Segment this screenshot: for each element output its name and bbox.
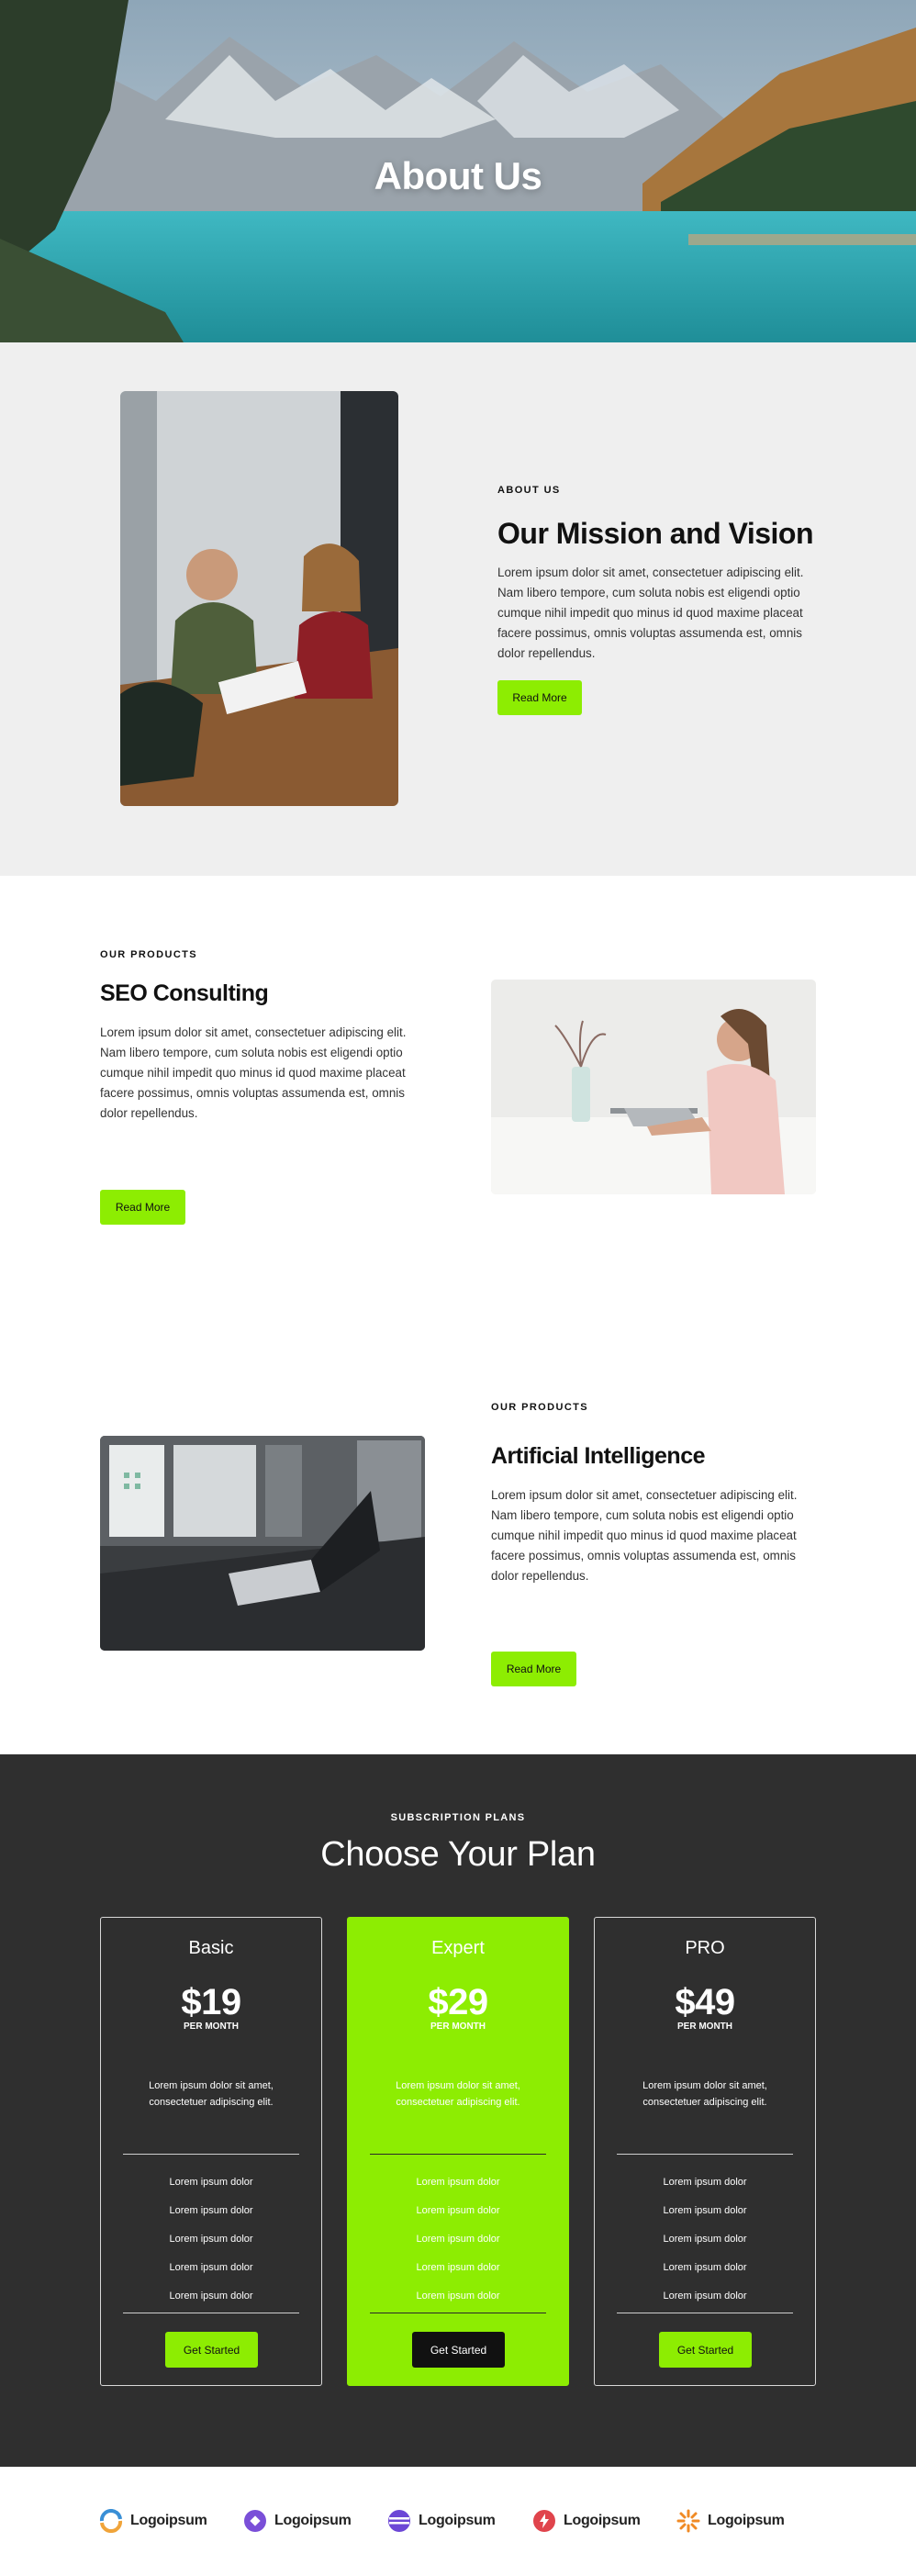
plan-feature: Lorem ipsum dolor <box>416 2177 500 2188</box>
plan-description: Lorem ipsum dolor sit amet, consectetuer… <box>149 2080 274 2108</box>
plan-feature: Lorem ipsum dolor <box>663 2177 747 2188</box>
plan-price: $49 <box>675 1982 735 2022</box>
plan-feature: Lorem ipsum dolor <box>416 2290 500 2302</box>
partner-logo-text: Logoipsum <box>564 2513 641 2528</box>
plan-feature: Lorem ipsum dolor <box>663 2262 747 2273</box>
meeting-photo <box>120 391 398 806</box>
partner-logo[interactable]: Logoipsum <box>676 2504 785 2537</box>
stripes-logo-icon <box>388 2510 410 2532</box>
mission-eyebrow: ABOUT US <box>497 485 561 496</box>
swirl-logo-icon <box>99 2509 123 2533</box>
partner-logo-text: Logoipsum <box>419 2513 496 2528</box>
plans-eyebrow: SUBSCRIPTION PLANS <box>390 1812 526 1823</box>
products-section: OUR PRODUCTS SEO Consulting Lorem ipsum … <box>0 876 916 1754</box>
plan-feature: Lorem ipsum dolor <box>169 2290 253 2302</box>
plan-description: Lorem ipsum dolor sit amet, consectetuer… <box>396 2080 520 2108</box>
plan-feature: Lorem ipsum dolor <box>416 2234 500 2245</box>
expert-get-started-button[interactable]: Get Started <box>412 2332 505 2368</box>
product-title-ai: Artificial Intelligence <box>491 1443 706 1469</box>
plan-feature: Lorem ipsum dolor <box>663 2290 747 2302</box>
ai-read-more-button[interactable]: Read More <box>491 1652 576 1686</box>
mission-section: ABOUT US Our Mission and Vision Lorem ip… <box>0 342 916 876</box>
plan-feature: Lorem ipsum dolor <box>416 2262 500 2273</box>
office-laptop-photo <box>100 1436 425 1651</box>
plan-name: PRO <box>685 1938 725 1958</box>
plan-feature: Lorem ipsum dolor <box>169 2205 253 2216</box>
plan-name: Basic <box>188 1938 234 1958</box>
bolt-logo-icon <box>533 2510 555 2532</box>
mission-read-more-button[interactable]: Read More <box>497 680 582 715</box>
product-body-ai: Lorem ipsum dolor sit amet, consectetuer… <box>491 1488 798 1583</box>
plan-feature: Lorem ipsum dolor <box>663 2234 747 2245</box>
plan-price: $29 <box>428 1982 488 2022</box>
partner-logo-text: Logoipsum <box>130 2513 207 2528</box>
product-eyebrow: OUR PRODUCTS <box>491 1402 589 1413</box>
hero-banner: About Us <box>0 0 916 342</box>
plan-feature: Lorem ipsum dolor <box>169 2177 253 2188</box>
plan-feature: Lorem ipsum dolor <box>416 2205 500 2216</box>
mission-body: Lorem ipsum dolor sit amet, consectetuer… <box>497 566 804 660</box>
partner-logo[interactable]: Logoipsum <box>387 2504 496 2537</box>
partner-logo-text: Logoipsum <box>708 2513 785 2528</box>
plan-divider <box>123 2154 299 2155</box>
partner-logos: Logoipsum Logoipsum Logoipsum Logoipsum <box>0 2467 916 2576</box>
page-title: About Us <box>374 154 542 197</box>
product-eyebrow: OUR PRODUCTS <box>100 949 198 960</box>
partner-logo[interactable]: Logoipsum <box>99 2504 207 2537</box>
plan-period: PER MONTH <box>677 2022 732 2032</box>
product-title-seo: SEO Consulting <box>100 980 269 1006</box>
pro-get-started-button[interactable]: Get Started <box>659 2332 752 2368</box>
plan-period: PER MONTH <box>430 2022 486 2032</box>
mission-title: Our Mission and Vision <box>497 517 814 550</box>
plan-divider <box>370 2154 546 2155</box>
plan-card-expert: Expert $29 PER MONTH Lorem ipsum dolor s… <box>347 1917 569 2386</box>
partner-logo[interactable]: Logoipsum <box>532 2504 641 2537</box>
seo-read-more-button[interactable]: Read More <box>100 1190 185 1225</box>
plan-feature: Lorem ipsum dolor <box>663 2205 747 2216</box>
plans-title: Choose Your Plan <box>320 1835 596 1874</box>
partner-logo-text: Logoipsum <box>274 2513 352 2528</box>
plan-period: PER MONTH <box>184 2022 239 2032</box>
diamond-logo-icon <box>244 2510 266 2532</box>
sunburst-logo-icon <box>676 2509 700 2533</box>
plan-divider <box>617 2154 793 2155</box>
plan-description: Lorem ipsum dolor sit amet, consectetuer… <box>642 2080 767 2108</box>
plan-card-basic: Basic $19 PER MONTH Lorem ipsum dolor si… <box>100 1917 322 2386</box>
plan-name: Expert <box>431 1938 485 1958</box>
woman-laptop-photo <box>491 980 816 1194</box>
plan-feature: Lorem ipsum dolor <box>169 2234 253 2245</box>
plan-card-pro: PRO $49 PER MONTH Lorem ipsum dolor sit … <box>594 1917 816 2386</box>
product-body-seo: Lorem ipsum dolor sit amet, consectetuer… <box>100 1025 407 1120</box>
basic-get-started-button[interactable]: Get Started <box>165 2332 258 2368</box>
partner-logo[interactable]: Logoipsum <box>243 2504 352 2537</box>
plan-price: $19 <box>181 1982 241 2022</box>
plan-feature: Lorem ipsum dolor <box>169 2262 253 2273</box>
pricing-section: SUBSCRIPTION PLANS Choose Your Plan Basi… <box>0 1754 916 2467</box>
